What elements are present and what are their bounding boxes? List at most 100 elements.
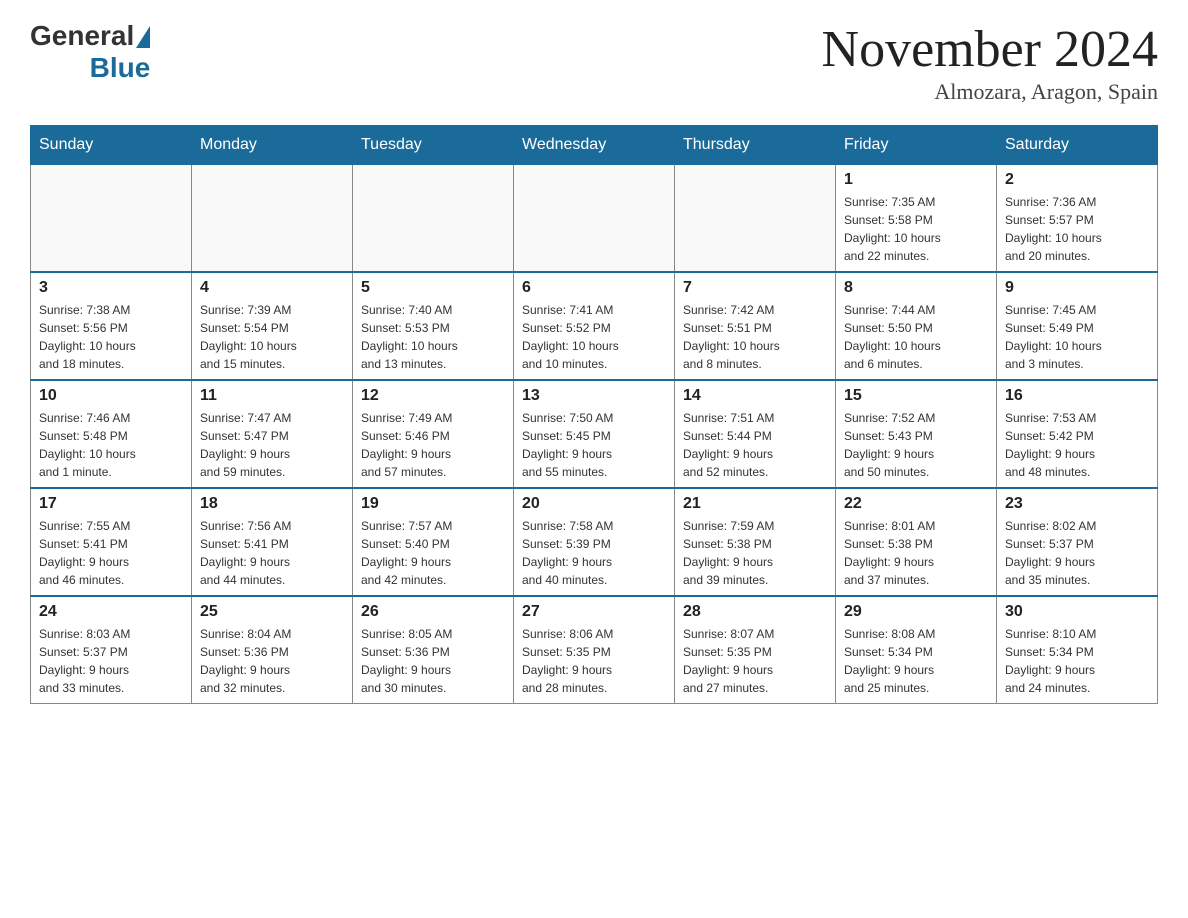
sun-info: Sunrise: 7:39 AM Sunset: 5:54 PM Dayligh… bbox=[200, 301, 344, 373]
calendar-day-cell: 29 Sunrise: 8:08 AM Sunset: 5:34 PM Dayli… bbox=[836, 596, 997, 704]
calendar-day-cell: 5 Sunrise: 7:40 AM Sunset: 5:53 PM Daylig… bbox=[353, 272, 514, 380]
title-section: November 2024 Almozara, Aragon, Spain bbox=[822, 20, 1158, 105]
calendar-day-cell: 8 Sunrise: 7:44 AM Sunset: 5:50 PM Daylig… bbox=[836, 272, 997, 380]
calendar-day-cell: 17 Sunrise: 7:55 AM Sunset: 5:41 PM Dayli… bbox=[31, 488, 192, 596]
sun-info: Sunrise: 8:08 AM Sunset: 5:34 PM Dayligh… bbox=[844, 625, 988, 697]
sun-info: Sunrise: 7:38 AM Sunset: 5:56 PM Dayligh… bbox=[39, 301, 183, 373]
calendar-day-cell: 26 Sunrise: 8:05 AM Sunset: 5:36 PM Dayli… bbox=[353, 596, 514, 704]
calendar-day-cell: 7 Sunrise: 7:42 AM Sunset: 5:51 PM Daylig… bbox=[675, 272, 836, 380]
sun-info: Sunrise: 7:36 AM Sunset: 5:57 PM Dayligh… bbox=[1005, 193, 1149, 265]
sun-info: Sunrise: 8:03 AM Sunset: 5:37 PM Dayligh… bbox=[39, 625, 183, 697]
calendar-day-cell: 22 Sunrise: 8:01 AM Sunset: 5:38 PM Dayli… bbox=[836, 488, 997, 596]
day-number: 4 bbox=[200, 279, 344, 297]
calendar-day-cell: 11Sunrise: 7:47 AM Sunset: 5:47 PM Dayli… bbox=[192, 380, 353, 488]
day-number: 20 bbox=[522, 495, 666, 513]
calendar-day-cell: 24 Sunrise: 8:03 AM Sunset: 5:37 PM Dayli… bbox=[31, 596, 192, 704]
calendar-day-cell: 3 Sunrise: 7:38 AM Sunset: 5:56 PM Daylig… bbox=[31, 272, 192, 380]
day-number: 2 bbox=[1005, 171, 1149, 189]
page-header: General Blue November 2024 Almozara, Ara… bbox=[30, 20, 1158, 105]
calendar-week-row: 10Sunrise: 7:46 AM Sunset: 5:48 PM Dayli… bbox=[31, 380, 1158, 488]
day-of-week-header: Sunday bbox=[31, 126, 192, 165]
sun-info: Sunrise: 7:59 AM Sunset: 5:38 PM Dayligh… bbox=[683, 517, 827, 589]
sun-info: Sunrise: 7:44 AM Sunset: 5:50 PM Dayligh… bbox=[844, 301, 988, 373]
calendar-day-cell: 15Sunrise: 7:52 AM Sunset: 5:43 PM Dayli… bbox=[836, 380, 997, 488]
calendar-day-cell: 12Sunrise: 7:49 AM Sunset: 5:46 PM Dayli… bbox=[353, 380, 514, 488]
sun-info: Sunrise: 7:35 AM Sunset: 5:58 PM Dayligh… bbox=[844, 193, 988, 265]
day-number: 15 bbox=[844, 387, 988, 405]
sun-info: Sunrise: 8:04 AM Sunset: 5:36 PM Dayligh… bbox=[200, 625, 344, 697]
logo-triangle-icon bbox=[136, 26, 150, 48]
logo-general-text: General bbox=[30, 20, 134, 52]
calendar-table: SundayMondayTuesdayWednesdayThursdayFrid… bbox=[30, 125, 1158, 704]
calendar-day-cell bbox=[353, 165, 514, 273]
day-of-week-header: Wednesday bbox=[514, 126, 675, 165]
calendar-day-cell: 27 Sunrise: 8:06 AM Sunset: 5:35 PM Dayli… bbox=[514, 596, 675, 704]
logo: General Blue bbox=[30, 20, 150, 84]
day-number: 28 bbox=[683, 603, 827, 621]
sun-info: Sunrise: 7:57 AM Sunset: 5:40 PM Dayligh… bbox=[361, 517, 505, 589]
calendar-day-cell: 21 Sunrise: 7:59 AM Sunset: 5:38 PM Dayli… bbox=[675, 488, 836, 596]
day-number: 9 bbox=[1005, 279, 1149, 297]
calendar-header-row: SundayMondayTuesdayWednesdayThursdayFrid… bbox=[31, 126, 1158, 165]
calendar-day-cell: 6Sunrise: 7:41 AM Sunset: 5:52 PM Daylig… bbox=[514, 272, 675, 380]
day-number: 16 bbox=[1005, 387, 1149, 405]
day-number: 23 bbox=[1005, 495, 1149, 513]
day-number: 29 bbox=[844, 603, 988, 621]
sun-info: Sunrise: 7:56 AM Sunset: 5:41 PM Dayligh… bbox=[200, 517, 344, 589]
day-number: 10 bbox=[39, 387, 183, 405]
calendar-day-cell: 10Sunrise: 7:46 AM Sunset: 5:48 PM Dayli… bbox=[31, 380, 192, 488]
sun-info: Sunrise: 7:55 AM Sunset: 5:41 PM Dayligh… bbox=[39, 517, 183, 589]
calendar-week-row: 17 Sunrise: 7:55 AM Sunset: 5:41 PM Dayli… bbox=[31, 488, 1158, 596]
calendar-day-cell: 13 Sunrise: 7:50 AM Sunset: 5:45 PM Dayli… bbox=[514, 380, 675, 488]
sun-info: Sunrise: 7:40 AM Sunset: 5:53 PM Dayligh… bbox=[361, 301, 505, 373]
sun-info: Sunrise: 7:50 AM Sunset: 5:45 PM Dayligh… bbox=[522, 409, 666, 481]
sun-info: Sunrise: 8:02 AM Sunset: 5:37 PM Dayligh… bbox=[1005, 517, 1149, 589]
day-number: 18 bbox=[200, 495, 344, 513]
sun-info: Sunrise: 7:47 AM Sunset: 5:47 PM Dayligh… bbox=[200, 409, 344, 481]
calendar-week-row: 3 Sunrise: 7:38 AM Sunset: 5:56 PM Daylig… bbox=[31, 272, 1158, 380]
sun-info: Sunrise: 7:49 AM Sunset: 5:46 PM Dayligh… bbox=[361, 409, 505, 481]
calendar-day-cell: 23 Sunrise: 8:02 AM Sunset: 5:37 PM Dayli… bbox=[997, 488, 1158, 596]
day-number: 27 bbox=[522, 603, 666, 621]
sun-info: Sunrise: 8:05 AM Sunset: 5:36 PM Dayligh… bbox=[361, 625, 505, 697]
day-number: 3 bbox=[39, 279, 183, 297]
calendar-day-cell: 25Sunrise: 8:04 AM Sunset: 5:36 PM Dayli… bbox=[192, 596, 353, 704]
calendar-day-cell: 16 Sunrise: 7:53 AM Sunset: 5:42 PM Dayli… bbox=[997, 380, 1158, 488]
sun-info: Sunrise: 8:10 AM Sunset: 5:34 PM Dayligh… bbox=[1005, 625, 1149, 697]
day-of-week-header: Monday bbox=[192, 126, 353, 165]
day-number: 5 bbox=[361, 279, 505, 297]
sun-info: Sunrise: 7:53 AM Sunset: 5:42 PM Dayligh… bbox=[1005, 409, 1149, 481]
calendar-day-cell: 2 Sunrise: 7:36 AM Sunset: 5:57 PM Daylig… bbox=[997, 165, 1158, 273]
day-number: 7 bbox=[683, 279, 827, 297]
calendar-day-cell: 20 Sunrise: 7:58 AM Sunset: 5:39 PM Dayli… bbox=[514, 488, 675, 596]
sun-info: Sunrise: 8:06 AM Sunset: 5:35 PM Dayligh… bbox=[522, 625, 666, 697]
calendar-day-cell bbox=[192, 165, 353, 273]
location-title: Almozara, Aragon, Spain bbox=[822, 79, 1158, 105]
day-number: 21 bbox=[683, 495, 827, 513]
sun-info: Sunrise: 7:58 AM Sunset: 5:39 PM Dayligh… bbox=[522, 517, 666, 589]
day-number: 30 bbox=[1005, 603, 1149, 621]
calendar-day-cell: 1Sunrise: 7:35 AM Sunset: 5:58 PM Daylig… bbox=[836, 165, 997, 273]
calendar-day-cell bbox=[514, 165, 675, 273]
day-number: 17 bbox=[39, 495, 183, 513]
day-number: 13 bbox=[522, 387, 666, 405]
day-number: 24 bbox=[39, 603, 183, 621]
sun-info: Sunrise: 7:51 AM Sunset: 5:44 PM Dayligh… bbox=[683, 409, 827, 481]
day-of-week-header: Saturday bbox=[997, 126, 1158, 165]
day-number: 22 bbox=[844, 495, 988, 513]
calendar-day-cell: 14Sunrise: 7:51 AM Sunset: 5:44 PM Dayli… bbox=[675, 380, 836, 488]
day-of-week-header: Thursday bbox=[675, 126, 836, 165]
day-number: 8 bbox=[844, 279, 988, 297]
calendar-day-cell: 30 Sunrise: 8:10 AM Sunset: 5:34 PM Dayli… bbox=[997, 596, 1158, 704]
calendar-day-cell: 4 Sunrise: 7:39 AM Sunset: 5:54 PM Daylig… bbox=[192, 272, 353, 380]
calendar-day-cell: 9 Sunrise: 7:45 AM Sunset: 5:49 PM Daylig… bbox=[997, 272, 1158, 380]
sun-info: Sunrise: 8:01 AM Sunset: 5:38 PM Dayligh… bbox=[844, 517, 988, 589]
calendar-day-cell bbox=[31, 165, 192, 273]
day-number: 26 bbox=[361, 603, 505, 621]
sun-info: Sunrise: 7:42 AM Sunset: 5:51 PM Dayligh… bbox=[683, 301, 827, 373]
calendar-week-row: 1Sunrise: 7:35 AM Sunset: 5:58 PM Daylig… bbox=[31, 165, 1158, 273]
sun-info: Sunrise: 7:45 AM Sunset: 5:49 PM Dayligh… bbox=[1005, 301, 1149, 373]
month-title: November 2024 bbox=[822, 20, 1158, 79]
day-of-week-header: Friday bbox=[836, 126, 997, 165]
calendar-day-cell: 19Sunrise: 7:57 AM Sunset: 5:40 PM Dayli… bbox=[353, 488, 514, 596]
